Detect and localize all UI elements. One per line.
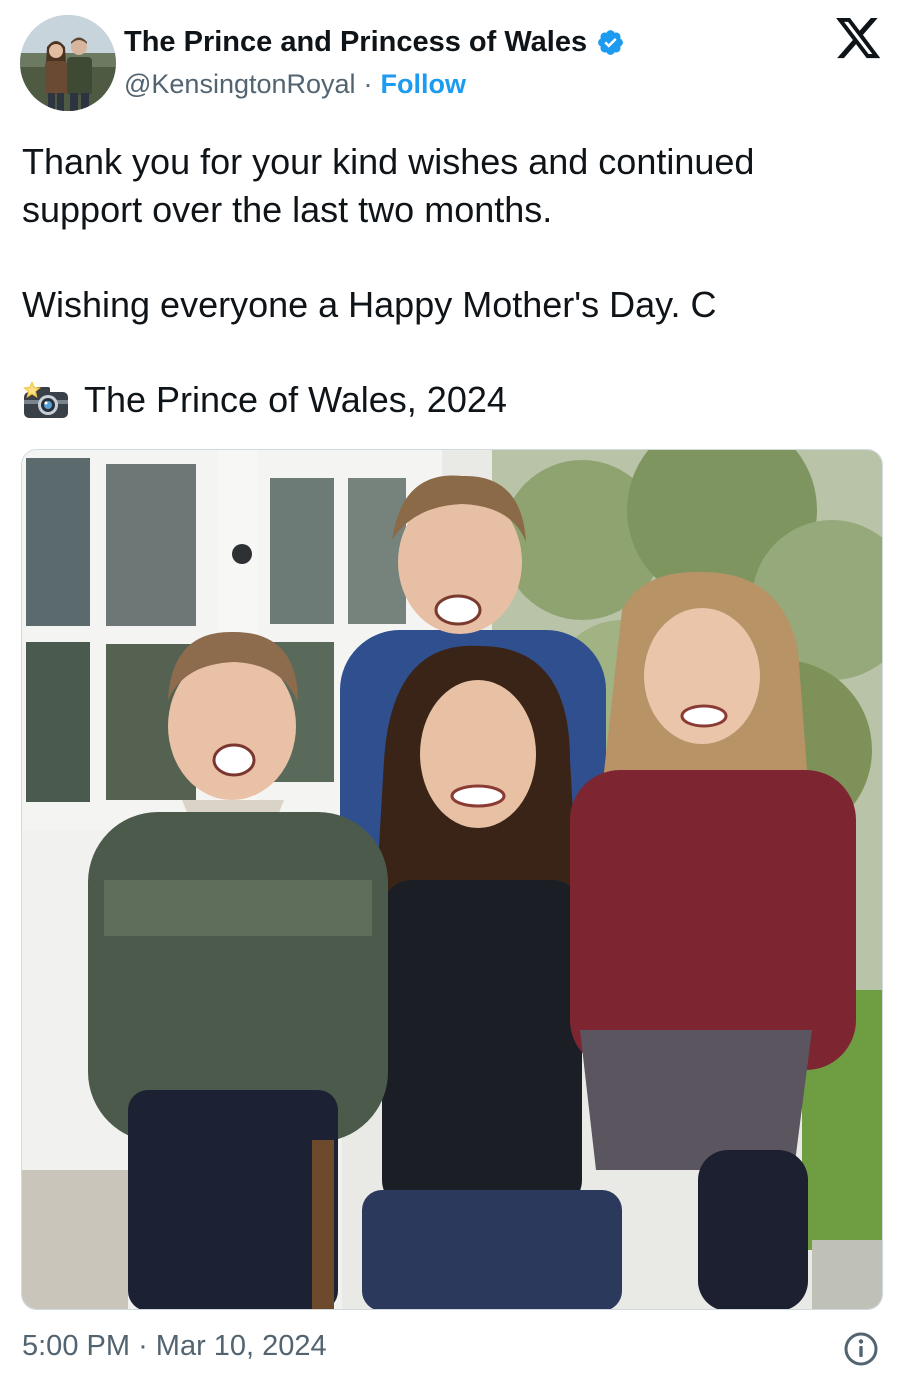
handle[interactable]: @KensingtonRoyal <box>124 69 356 100</box>
family-photo[interactable] <box>21 449 883 1310</box>
camera-with-flash-icon <box>22 380 70 420</box>
separator: · <box>363 68 373 99</box>
display-name[interactable]: The Prince and Princess of Wales <box>124 26 587 59</box>
timestamp[interactable]: 5:00 PM · Mar 10, 2024 <box>22 1330 327 1363</box>
tweet-date: Mar 10, 2024 <box>155 1330 327 1362</box>
x-logo-icon[interactable] <box>836 18 882 60</box>
photo-credit: The Prince of Wales, 2024 <box>22 376 862 424</box>
info-icon[interactable] <box>843 1331 879 1367</box>
follow-button[interactable]: Follow <box>381 69 466 100</box>
separator: · <box>138 1330 148 1362</box>
handle-row: @KensingtonRoyal · Follow <box>124 64 625 104</box>
tweet-line: support over the last two months. <box>22 189 553 230</box>
tweet-line: Thank you for your kind wishes and conti… <box>22 141 755 182</box>
tweet-line: Wishing everyone a Happy Mother's Day. C <box>22 284 717 325</box>
tweet-text: Thank you for your kind wishes and conti… <box>22 138 862 424</box>
avatar[interactable] <box>20 15 116 111</box>
credit-text: The Prince of Wales, 2024 <box>84 379 507 420</box>
name-row: The Prince and Princess of Wales <box>124 22 625 62</box>
verified-badge-icon <box>596 28 625 57</box>
tweet-time: 5:00 PM <box>22 1330 130 1362</box>
tweet-header: The Prince and Princess of Wales @Kensin… <box>124 22 625 104</box>
